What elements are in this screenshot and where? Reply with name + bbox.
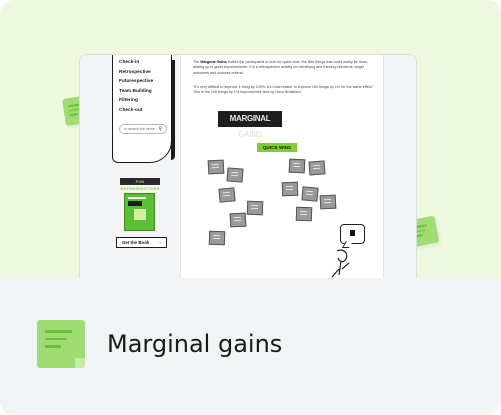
board-sticky-note [301, 186, 319, 202]
quote-paragraph: "It's very difficult to improve 1 thing … [193, 85, 374, 95]
right-margin [384, 55, 416, 278]
sidebar: Check-in Retrospective Futurespective Te… [80, 55, 180, 278]
quick-wins-label: QUICK WINS [257, 143, 297, 152]
hand-drawn-figure [331, 249, 350, 278]
board-sticky-note [246, 200, 264, 216]
intro-paragraph: The Marginal Gains invites the participa… [193, 60, 379, 76]
board-sticky-note [319, 194, 337, 210]
menu-item-filtering[interactable]: Filtering [119, 96, 166, 106]
speech-bubble-icon [340, 224, 365, 244]
board-sticky-note [208, 230, 226, 246]
intro-bold-term: Marginal Gains [200, 60, 227, 64]
card-title[interactable]: Marginal gains [107, 327, 282, 361]
note-fold [75, 358, 85, 368]
menu-item-check-out[interactable]: Check-out [119, 106, 166, 116]
get-the-book-label: Get the Book [122, 240, 150, 245]
book-label: FUN RETROSPECTIVES [120, 178, 160, 191]
hero-area: Check-in Retrospective Futurespective Te… [0, 0, 501, 278]
book-cover[interactable] [124, 193, 155, 231]
arrow-right-icon: → [157, 239, 162, 245]
board-title: MARGINAL GAINS [218, 111, 282, 139]
category-menu: Check-in Retrospective Futurespective Te… [112, 55, 175, 163]
activity-screenshot: Check-in Retrospective Futurespective Te… [79, 54, 417, 278]
menu-item-team-building[interactable]: Team Building [119, 87, 166, 97]
board-sticky-note [207, 159, 225, 175]
search-icon[interactable]: ⚲ [158, 125, 162, 133]
menu-item-futurespective[interactable]: Futurespective [119, 77, 166, 87]
menu-item-retrospective[interactable]: Retrospective [119, 68, 166, 78]
board-sticky-note [308, 160, 326, 176]
board-sticky-note [229, 212, 247, 228]
board-sticky-note [288, 158, 306, 174]
get-the-book-button[interactable]: Get the Book → [116, 237, 167, 248]
menu-item-check-in[interactable]: Check-in [119, 58, 166, 68]
board-sticky-note [218, 187, 236, 203]
article-content: The Marginal Gains invites the participa… [180, 55, 384, 278]
activity-card[interactable]: Check-in Retrospective Futurespective Te… [0, 0, 501, 415]
search-input[interactable]: or search the items ⚲ [119, 123, 167, 134]
board-sticky-note [226, 167, 244, 183]
sticky-note-icon [37, 320, 85, 368]
board-sticky-note [281, 181, 299, 197]
search-placeholder: or search the items [124, 126, 155, 131]
board-sticky-note [295, 206, 313, 222]
